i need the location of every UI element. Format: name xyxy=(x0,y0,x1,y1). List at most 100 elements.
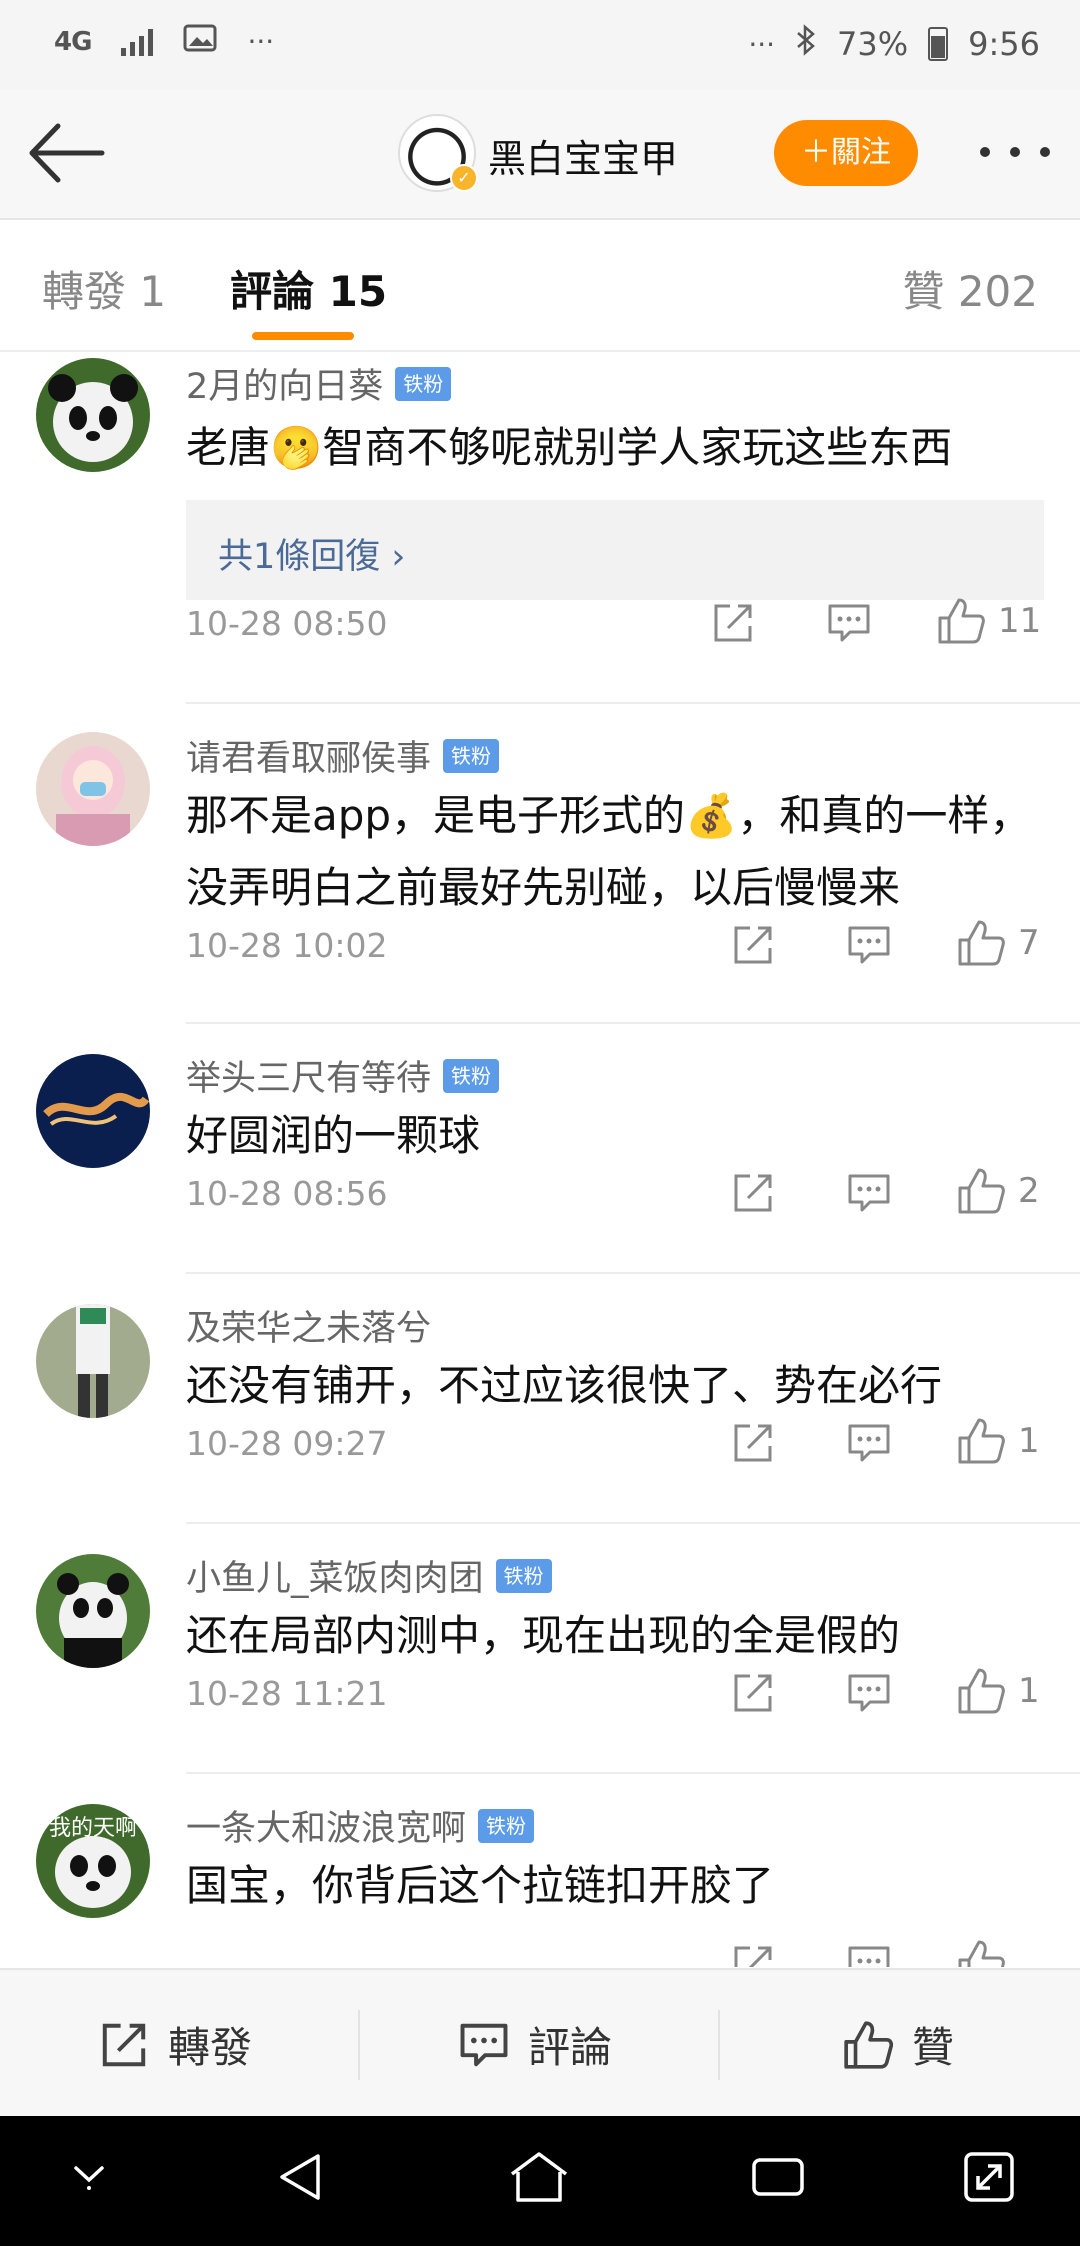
commenter-avatar[interactable] xyxy=(36,732,150,846)
repost-comment-icon[interactable] xyxy=(730,1170,776,1216)
reply-comment-icon[interactable] xyxy=(846,922,892,968)
thumbs-up-icon xyxy=(938,598,985,644)
commenter-name[interactable]: 及荣华之未落兮 xyxy=(186,1300,431,1351)
commenter-avatar[interactable] xyxy=(36,1554,150,1668)
comment-list: 2月的向日葵 铁粉 老唐🫢智商不够呢就别学人家玩这些东西 共1條回復 › 10-… xyxy=(0,352,1080,1967)
comment-text: 那不是app，是电子形式的💰，和真的一样，没弄明白之前最好先别碰，以后慢慢来 xyxy=(186,791,1032,912)
like-comment-button[interactable]: 11 xyxy=(936,596,1041,646)
comment-item: 我的天啊 一条大和波浪宽啊 铁粉 国宝，你背后这个拉链扣开胶了 xyxy=(0,1774,1080,1967)
rotate-screen-icon[interactable] xyxy=(962,2150,1016,2204)
fan-badge: 铁粉 xyxy=(395,366,452,401)
like-comment-button[interactable]: 1 xyxy=(956,1666,1040,1716)
bluetooth-icon xyxy=(795,24,817,64)
comment-item: 及荣华之未落兮 还没有铺开，不过应该很快了、势在必行 10-28 09:27 1 xyxy=(0,1274,1080,1524)
like-count: 1 xyxy=(1018,1421,1040,1461)
network-type: 4G xyxy=(54,26,92,57)
commenter-name[interactable]: 一条大和波浪宽啊 xyxy=(186,1800,466,1851)
system-navigation-bar xyxy=(0,2116,1080,2246)
comment-item: 请君看取郦侯事 铁粉 那不是app，是电子形式的💰，和真的一样，没弄明白之前最好… xyxy=(0,704,1080,1024)
fan-badge: 铁粉 xyxy=(495,1558,552,1593)
fan-badge: 铁粉 xyxy=(443,1058,500,1093)
like-count: 11 xyxy=(998,601,1042,641)
comment-text: 还没有铺开，不过应该很快了、势在必行 xyxy=(186,1361,943,1410)
header: ✓ 黑白宝宝甲 ＋關注 xyxy=(0,90,1080,220)
comment-label: 評論 xyxy=(528,2023,613,2072)
repost-button[interactable]: 轉發 xyxy=(98,2014,252,2075)
nav-home-icon[interactable] xyxy=(508,2150,570,2204)
like-comment-button[interactable]: 7 xyxy=(956,918,1040,968)
like-count: 7 xyxy=(1018,923,1040,963)
status-dots: ··· xyxy=(748,27,776,61)
clock: 9:56 xyxy=(968,25,1040,63)
back-arrow-icon xyxy=(29,123,105,183)
like-button[interactable]: 贊 xyxy=(842,2014,954,2075)
back-button[interactable] xyxy=(28,118,108,188)
comment-button[interactable]: 評論 xyxy=(458,2014,612,2075)
repost-comment-icon[interactable] xyxy=(730,1942,776,1967)
tab-likes[interactable]: 贊 202 xyxy=(902,258,1038,319)
thumbs-up-icon xyxy=(958,1940,1005,1967)
repost-comment-icon[interactable] xyxy=(710,600,756,646)
like-comment-button[interactable]: 1 xyxy=(956,1416,1040,1466)
commenter-name[interactable]: 小鱼儿_菜饭肉肉团 xyxy=(186,1550,484,1601)
like-count: 1 xyxy=(1018,1671,1040,1711)
follow-button[interactable]: ＋關注 xyxy=(774,120,918,186)
battery-percent: 73% xyxy=(837,25,909,63)
reply-summary[interactable]: 共1條回復 › xyxy=(186,500,1044,600)
bottom-action-bar: 轉發 評論 贊 xyxy=(0,1968,1080,2118)
battery-icon xyxy=(928,27,949,61)
bar-separator xyxy=(718,2010,720,2080)
hide-keyboard-icon[interactable] xyxy=(66,2150,112,2196)
author-avatar[interactable]: ✓ xyxy=(398,114,478,192)
repost-icon xyxy=(102,2023,146,2066)
reply-comment-icon[interactable] xyxy=(846,1942,892,1967)
comment-time: 10-28 08:50 xyxy=(186,604,388,643)
like-label: 贊 xyxy=(912,2023,955,2072)
repost-comment-icon[interactable] xyxy=(730,922,776,968)
reply-comment-icon[interactable] xyxy=(846,1420,892,1466)
commenter-avatar[interactable] xyxy=(36,1304,150,1418)
reply-comment-icon[interactable] xyxy=(846,1670,892,1716)
commenter-avatar[interactable] xyxy=(36,358,150,472)
more-options-icon[interactable] xyxy=(980,132,1050,172)
reply-comment-icon[interactable] xyxy=(846,1170,892,1216)
tab-reposts[interactable]: 轉發 1 xyxy=(42,258,166,319)
comment-item: 举头三尺有等待 铁粉 好圆润的一颗球 10-28 08:56 2 xyxy=(0,1024,1080,1274)
thumbs-up-icon xyxy=(958,1668,1005,1714)
like-comment-button[interactable] xyxy=(956,1938,1006,1967)
comment-text: 还在局部内测中，现在出现的全是假的 xyxy=(186,1611,901,1660)
commenter-name[interactable]: 2月的向日葵 xyxy=(186,358,383,409)
comment-time: 10-28 09:27 xyxy=(186,1424,388,1463)
reply-comment-icon[interactable] xyxy=(826,600,872,646)
repost-comment-icon[interactable] xyxy=(730,1420,776,1466)
comment-time: 10-28 08:56 xyxy=(186,1174,388,1213)
comment-icon xyxy=(460,2023,508,2066)
view-replies-link[interactable]: 共1條回復 › xyxy=(218,528,405,579)
fan-badge: 铁粉 xyxy=(478,1808,535,1843)
repost-label: 轉發 xyxy=(168,2023,253,2072)
nav-back-icon[interactable] xyxy=(274,2150,328,2204)
comment-text: 好圆润的一颗球 xyxy=(186,1111,481,1160)
comment-text: 老唐🫢智商不够呢就别学人家玩这些东西 xyxy=(186,423,953,472)
comment-text: 国宝，你背后这个拉链扣开胶了 xyxy=(186,1861,775,1910)
commenter-avatar[interactable]: 我的天啊 xyxy=(36,1804,150,1918)
repost-comment-icon[interactable] xyxy=(730,1670,776,1716)
image-notification-icon xyxy=(183,24,217,59)
commenter-name[interactable]: 请君看取郦侯事 xyxy=(186,730,431,781)
author-name[interactable]: 黑白宝宝甲 xyxy=(488,128,678,183)
commenter-name[interactable]: 举头三尺有等待 xyxy=(186,1050,431,1101)
verified-badge-icon: ✓ xyxy=(450,164,478,192)
comment-time: 10-28 10:02 xyxy=(186,926,388,965)
like-comment-button[interactable]: 2 xyxy=(956,1166,1040,1216)
thumbs-up-icon xyxy=(958,920,1005,966)
commenter-avatar[interactable] xyxy=(36,1054,150,1168)
thumbs-up-icon xyxy=(958,1168,1005,1214)
detail-tabs: 轉發 1 評論 15 贊 202 xyxy=(0,220,1080,352)
tab-comments[interactable]: 評論 15 xyxy=(230,258,387,319)
bar-separator xyxy=(358,2010,360,2080)
thumbs-up-icon xyxy=(844,2020,894,2069)
avatar-caption: 我的天啊 xyxy=(48,1816,137,1841)
signal-icon xyxy=(121,28,154,56)
active-tab-indicator xyxy=(252,332,354,340)
nav-recents-icon[interactable] xyxy=(750,2150,806,2204)
